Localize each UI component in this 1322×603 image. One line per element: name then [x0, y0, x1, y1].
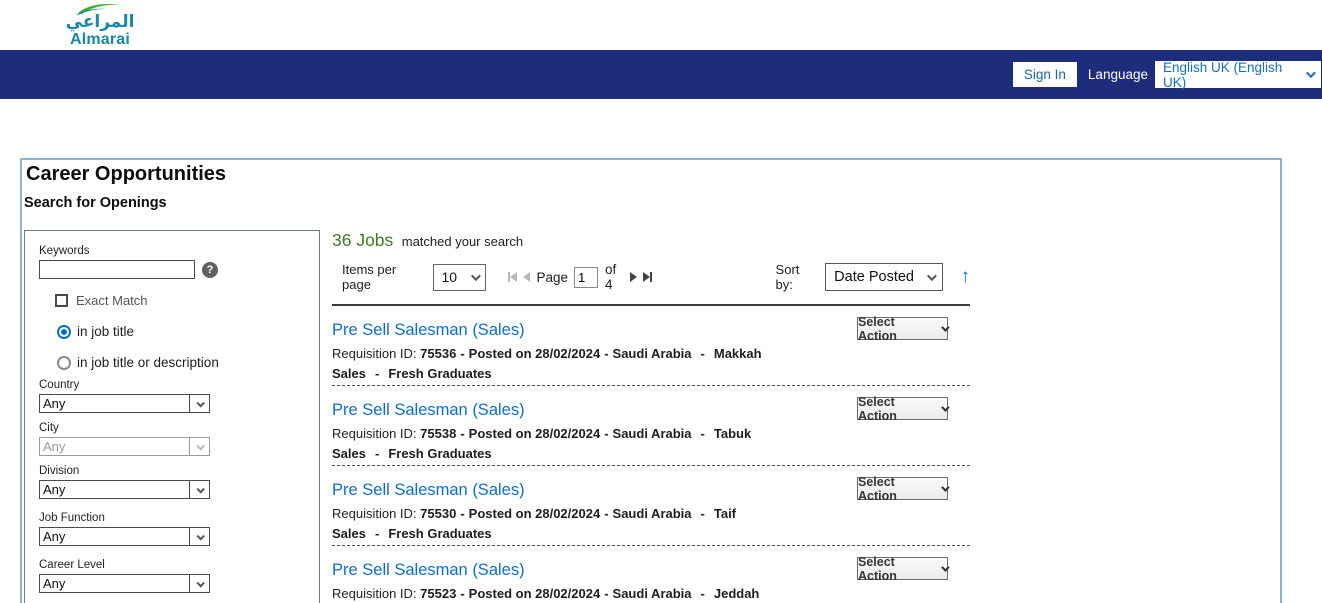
search-filters-panel: Keywords ? Exact Match in job title in j… — [24, 230, 320, 603]
radio-unselected-icon[interactable] — [57, 356, 71, 370]
chevron-down-icon — [941, 563, 949, 571]
page-title: Career Opportunities — [26, 163, 226, 186]
items-per-page-value: 10 — [441, 269, 470, 285]
city-label: City — [39, 422, 319, 434]
radio-in-job-title[interactable]: in job title — [57, 324, 319, 339]
job-function-label: Job Function — [39, 512, 319, 524]
help-icon[interactable]: ? — [202, 262, 218, 278]
last-page-icon[interactable] — [643, 272, 652, 282]
keywords-label: Keywords — [39, 245, 319, 257]
radio-in-job-title-or-description[interactable]: in job title or description — [57, 355, 319, 370]
chevron-down-icon — [196, 532, 204, 540]
exact-match-label: Exact Match — [76, 293, 148, 308]
chevron-down-icon — [1306, 68, 1316, 78]
chevron-down-icon — [941, 483, 949, 491]
job-list: Pre Sell Salesman (Sales) Requisition ID… — [332, 304, 970, 603]
job-title-link[interactable]: Pre Sell Salesman (Sales) — [332, 479, 525, 501]
chevron-down-icon — [196, 442, 204, 450]
sort-by-label: Sort by: — [776, 262, 820, 292]
results-count-suffix: matched your search — [402, 234, 523, 249]
radio-selected-icon[interactable] — [57, 325, 71, 339]
job-row: Pre Sell Salesman (Sales) Requisition ID… — [332, 546, 970, 603]
country-label: Country — [39, 379, 319, 391]
chevron-down-icon — [927, 271, 937, 281]
page-total: of 4 — [605, 262, 624, 292]
career-panel: Career Opportunities Search for Openings… — [20, 158, 1282, 603]
chevron-down-icon — [941, 403, 949, 411]
page-label: Page — [537, 270, 569, 285]
job-title-link[interactable]: Pre Sell Salesman (Sales) — [332, 319, 525, 341]
job-row: Pre Sell Salesman (Sales) Requisition ID… — [332, 386, 970, 466]
sort-by-value: Date Posted — [834, 269, 927, 285]
items-per-page-select[interactable]: 10 — [433, 264, 485, 291]
division-select-value: Any — [40, 483, 189, 496]
chevron-down-icon — [196, 399, 204, 407]
language-label: Language — [1088, 67, 1148, 82]
job-title-link[interactable]: Pre Sell Salesman (Sales) — [332, 559, 525, 581]
select-action-label: Select Action — [858, 555, 936, 583]
first-page-icon[interactable] — [508, 272, 517, 282]
exact-match-checkbox-row[interactable]: Exact Match — [55, 293, 319, 308]
items-per-page-label: Items per page — [342, 262, 426, 292]
select-action-button[interactable]: Select Action — [857, 317, 948, 340]
pagination: Page of 4 — [505, 262, 655, 292]
select-action-label: Select Action — [858, 395, 936, 423]
results-area: 36 Jobs matched your search Items per pa… — [332, 230, 970, 603]
city-select: Any — [39, 437, 210, 456]
job-function-select[interactable]: Any — [39, 527, 210, 546]
select-action-label: Select Action — [858, 475, 936, 503]
job-title-link[interactable]: Pre Sell Salesman (Sales) — [332, 399, 525, 421]
division-select[interactable]: Any — [39, 480, 210, 499]
job-row: Pre Sell Salesman (Sales) Requisition ID… — [332, 306, 970, 386]
division-label: Division — [39, 465, 319, 477]
chevron-down-icon — [470, 271, 480, 281]
job-row: Pre Sell Salesman (Sales) Requisition ID… — [332, 466, 970, 546]
sort-by-select[interactable]: Date Posted — [825, 263, 943, 291]
sort-direction-ascending-icon[interactable]: ↑ — [960, 266, 970, 288]
select-action-label: Select Action — [858, 315, 936, 343]
chevron-down-icon — [941, 323, 949, 331]
select-action-button[interactable]: Select Action — [857, 477, 948, 500]
page-number-input[interactable] — [574, 267, 598, 288]
results-count-line: 36 Jobs matched your search — [332, 230, 970, 251]
previous-page-icon[interactable] — [523, 272, 530, 282]
keywords-input[interactable] — [39, 260, 195, 279]
select-action-button[interactable]: Select Action — [857, 397, 948, 420]
job-details: Requisition ID: 75538-Posted on 28/02/20… — [332, 424, 764, 463]
results-toolbar: Items per page 10 Page of 4 Sort by: Dat… — [332, 262, 970, 292]
career-level-label: Career Level — [39, 559, 319, 571]
logo-latin-text: Almarai — [64, 32, 136, 49]
country-select-value: Any — [40, 397, 189, 410]
logo-arabic-text: المراعي — [64, 14, 136, 32]
radio-in-job-title-or-description-label: in job title or description — [77, 355, 219, 370]
chevron-down-icon — [196, 485, 204, 493]
page-subtitle: Search for Openings — [24, 195, 167, 211]
job-function-select-value: Any — [40, 530, 189, 543]
career-level-select[interactable]: Any — [39, 574, 210, 593]
almarai-logo[interactable]: المراعي Almarai — [64, 2, 136, 49]
language-select-value: English UK (English UK) — [1163, 60, 1306, 90]
next-page-icon[interactable] — [630, 272, 637, 282]
job-details: Requisition ID: 75530-Posted on 28/02/20… — [332, 504, 764, 543]
top-header: المراعي Almarai — [0, 0, 1322, 50]
language-select[interactable]: English UK (English UK) — [1155, 61, 1321, 88]
chevron-down-icon — [196, 579, 204, 587]
city-select-value: Any — [40, 440, 189, 453]
navbar: Sign In Language English UK (English UK) — [0, 50, 1322, 99]
exact-match-checkbox[interactable] — [55, 294, 68, 307]
job-details: Requisition ID: 75523-Posted on 28/02/20… — [332, 584, 764, 603]
country-select[interactable]: Any — [39, 394, 210, 413]
sign-in-button[interactable]: Sign In — [1013, 62, 1077, 87]
radio-in-job-title-label: in job title — [77, 324, 134, 339]
career-level-select-value: Any — [40, 577, 189, 590]
select-action-button[interactable]: Select Action — [857, 557, 948, 580]
job-details: Requisition ID: 75536-Posted on 28/02/20… — [332, 344, 764, 383]
results-jobs-count: 36 Jobs — [332, 230, 393, 250]
